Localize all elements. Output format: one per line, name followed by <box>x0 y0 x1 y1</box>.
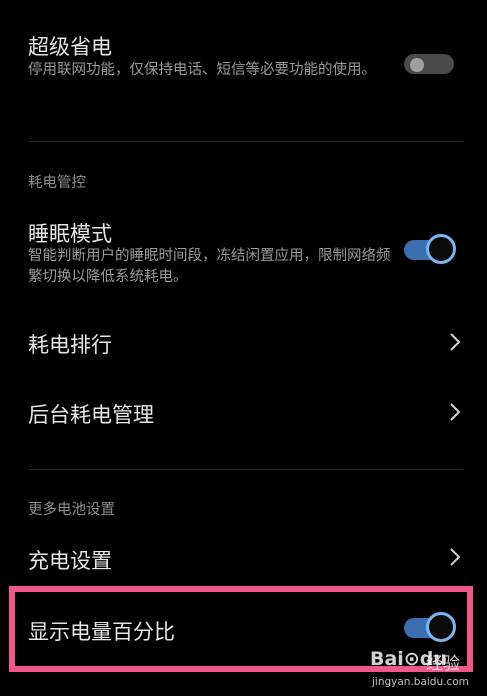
watermark-logo-cn: 经验 <box>426 654 460 674</box>
divider <box>28 141 463 142</box>
power-ranking-title: 耗电排行 <box>28 333 112 357</box>
baidu-jingyan-watermark: Bai⊙du 经验 jingyan.baidu.com <box>370 640 487 696</box>
divider <box>28 469 463 470</box>
background-power-title: 后台耗电管理 <box>28 403 154 427</box>
charge-settings-row[interactable]: 充电设置 <box>0 526 487 590</box>
background-power-row[interactable]: 后台耗电管理 <box>0 380 487 444</box>
toggle-knob-icon <box>410 58 424 72</box>
power-ranking-row[interactable]: 耗电排行 <box>0 310 487 374</box>
sleep-mode-toggle[interactable] <box>401 233 457 267</box>
chevron-right-icon <box>450 548 461 566</box>
chevron-right-icon <box>450 403 461 421</box>
super-saver-desc: 停用联网功能，仅保持电话、短信等必要功能的使用。 <box>28 62 376 78</box>
sleep-mode-row[interactable]: 睡眠模式 智能判断用户的睡眠时间段，冻结闲置应用，限制网络频繁切换以降低系统耗电… <box>0 205 487 300</box>
toggle-knob-icon <box>426 234 456 264</box>
section-header-more-battery: 更多电池设置 <box>28 502 115 518</box>
sleep-mode-desc: 智能判断用户的睡眠时间段，冻结闲置应用，限制网络频繁切换以降低系统耗电。 <box>28 248 391 285</box>
section-header-power-control: 耗电管控 <box>28 175 86 191</box>
sleep-mode-title: 睡眠模式 <box>28 222 112 246</box>
charge-settings-title: 充电设置 <box>28 549 112 573</box>
super-saver-toggle[interactable] <box>401 47 457 81</box>
super-saver-row[interactable]: 超级省电 停用联网功能，仅保持电话、短信等必要功能的使用。 <box>0 0 487 140</box>
watermark-url: jingyan.baidu.com <box>372 676 469 688</box>
chevron-right-icon <box>450 333 461 351</box>
super-saver-title: 超级省电 <box>28 35 112 59</box>
